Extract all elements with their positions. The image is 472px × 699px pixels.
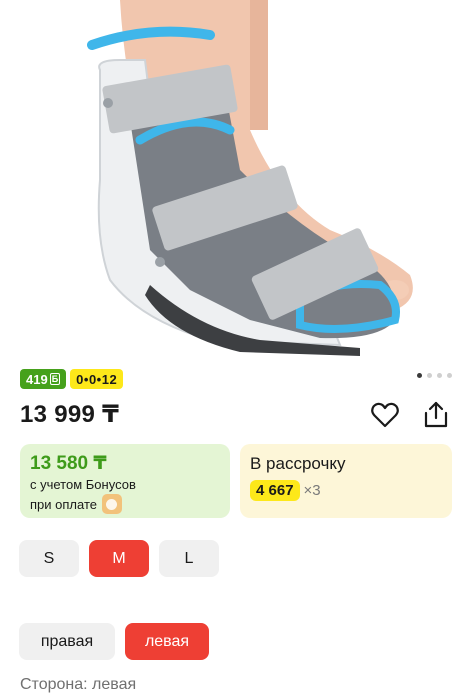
heart-icon	[371, 402, 399, 428]
side-selector: правая левая	[19, 623, 209, 660]
selected-side-label: Сторона: левая	[20, 676, 137, 693]
gallery-dots	[417, 373, 452, 378]
gallery-dot[interactable]	[417, 373, 422, 378]
installment-amount: 4 667	[250, 480, 300, 501]
bonus-coin-icon	[101, 494, 122, 514]
gallery-dot[interactable]	[447, 373, 452, 378]
bonus-points: 419	[26, 371, 48, 387]
side-option-right[interactable]: правая	[19, 623, 115, 660]
gallery-dot[interactable]	[427, 373, 432, 378]
bonus-badge[interactable]: 419 Б	[20, 369, 67, 389]
installment-badge[interactable]: 0•0•12	[70, 369, 124, 389]
walker-boot-illustration	[87, 0, 413, 356]
bonus-price: 13 580 ₸	[30, 453, 107, 474]
promo-badges: 419 Б 0•0•12	[20, 369, 124, 389]
bonus-price-card[interactable]: 13 580 ₸ с учетом Бонусов при оплате	[20, 444, 230, 518]
share-icon	[424, 401, 448, 428]
bonus-pay-label: при оплате	[30, 496, 97, 512]
size-option-s[interactable]: S	[19, 540, 79, 577]
share-button[interactable]	[420, 399, 452, 431]
product-image[interactable]	[0, 0, 472, 360]
installment-plan: 0•0•12	[76, 371, 118, 387]
favorite-button[interactable]	[369, 399, 401, 431]
bonus-symbol: Б	[49, 373, 61, 385]
side-option-left[interactable]: левая	[125, 623, 209, 660]
bonus-pay-row: при оплате	[30, 494, 220, 514]
size-option-l[interactable]: L	[159, 540, 219, 577]
bonus-note: с учетом Бонусов	[30, 477, 136, 492]
installment-multiplier: ×3	[303, 482, 321, 499]
size-selector: S M L	[19, 540, 219, 577]
installment-title: В рассрочку	[250, 454, 346, 473]
gallery-dot[interactable]	[437, 373, 442, 378]
product-price: 13 999 ₸	[20, 401, 120, 428]
installment-row: 4 667 ×3	[250, 480, 442, 501]
size-option-m[interactable]: M	[89, 540, 149, 577]
installment-card[interactable]: В рассрочку 4 667 ×3	[240, 444, 452, 518]
